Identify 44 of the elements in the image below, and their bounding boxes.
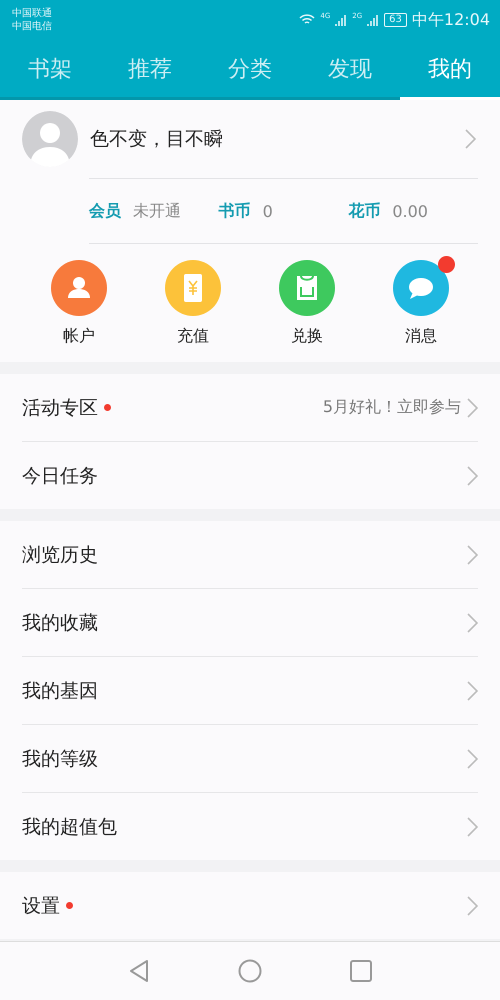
chevron-icon [467,748,478,768]
chevron-icon [467,466,478,486]
stat-label: 会员 [89,200,121,222]
chevron-icon [467,680,478,700]
menu-item[interactable]: 设置 [22,892,60,918]
back-icon[interactable] [128,959,150,983]
chevron-icon [467,544,478,564]
shortcut-label[interactable]: 充值 [177,326,209,346]
stat-value: 未开通 [133,200,181,222]
shortcut-label[interactable]: 帐户 [63,326,95,346]
menu-item[interactable]: 浏览历史 [22,542,98,568]
menu-item[interactable]: 我的收藏 [22,610,98,636]
menu-item[interactable]: 我的等级 [22,746,98,772]
chevron-icon [467,398,478,418]
promo-text: 5月好礼！立即参与 [322,397,461,418]
shortcut-label[interactable]: 消息 [405,326,437,346]
chevron-icon [467,896,478,916]
stat-value: 0 [262,202,273,220]
menu-item[interactable]: 今日任务 [22,462,98,488]
recents-icon[interactable] [350,960,372,982]
carrier-name: 中国联通 [12,7,52,20]
chat-bubble-icon[interactable] [393,260,449,316]
stat-label: 花币 [348,200,380,222]
carrier-name: 中国电信 [12,20,52,33]
wifi-icon [299,14,316,26]
avatar-icon[interactable] [22,111,78,167]
battery-level: 63 [384,13,407,27]
chevron-icon [465,129,476,149]
menu-item[interactable]: 我的基因 [22,678,98,704]
stat-label: 书币 [218,200,251,222]
menu-item[interactable]: 活动专区 [22,394,98,420]
stat-value: 0.00 [392,202,428,220]
home-icon[interactable] [238,959,262,983]
menu-item[interactable]: 我的超值包 [22,814,117,840]
signal-icon [335,14,348,26]
chevron-icon [467,612,478,632]
signal-icon [367,14,380,26]
person-icon[interactable] [51,260,107,316]
user-name[interactable]: 色不变，目不瞬 [90,126,459,152]
bag-icon[interactable] [279,260,335,316]
shortcut-label[interactable]: 兑换 [291,326,323,346]
clock-time: 中午12:04 [412,10,490,30]
chevron-icon [467,816,478,836]
yuan-phone-icon[interactable] [165,260,221,316]
